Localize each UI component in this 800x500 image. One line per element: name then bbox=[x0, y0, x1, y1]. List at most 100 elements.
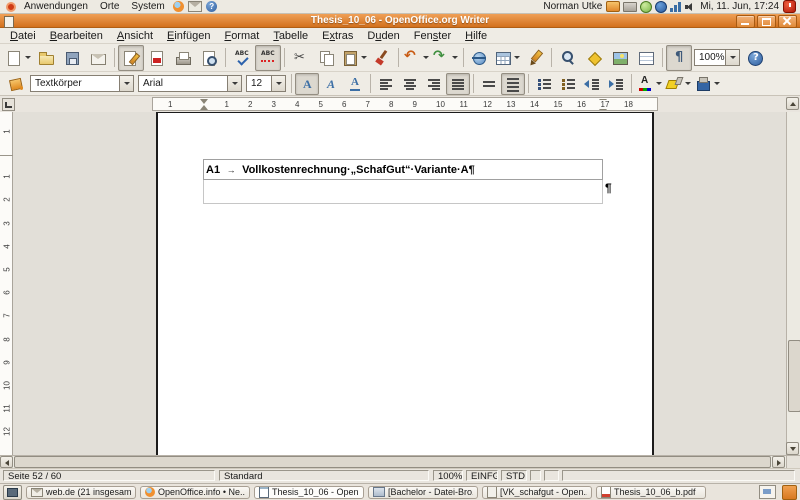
undo-dropdown[interactable] bbox=[421, 46, 430, 70]
help-launcher-icon[interactable] bbox=[206, 1, 217, 12]
menu-fenster[interactable]: Fenster bbox=[407, 30, 458, 42]
software-update-icon[interactable] bbox=[640, 1, 652, 13]
highlighting-dropdown[interactable] bbox=[683, 74, 692, 94]
close-button[interactable] bbox=[778, 15, 797, 28]
username-label[interactable]: Norman Utke bbox=[543, 1, 602, 12]
vertical-ruler[interactable]: 1123456789101112 bbox=[0, 112, 13, 455]
left-indent-marker[interactable] bbox=[200, 99, 208, 110]
table-heading-row[interactable]: A1 → Vollkostenrechnung·„SchafGut“·Varia… bbox=[203, 159, 603, 180]
volume-icon[interactable] bbox=[685, 2, 696, 12]
gallery-button[interactable] bbox=[607, 45, 633, 71]
minimize-button[interactable] bbox=[736, 15, 755, 28]
table-button[interactable] bbox=[493, 45, 522, 71]
scroll-left-button[interactable] bbox=[0, 456, 13, 468]
clock-label[interactable]: Mi, 11. Jun, 17:24 bbox=[700, 1, 779, 12]
menu-einfügen[interactable]: Einfügen bbox=[160, 30, 217, 42]
new-document-dropdown[interactable] bbox=[23, 46, 32, 70]
increase-indent-button[interactable] bbox=[604, 73, 628, 95]
workspace-switcher[interactable] bbox=[759, 485, 776, 499]
help-button[interactable] bbox=[742, 45, 768, 71]
network-signal-icon[interactable] bbox=[670, 2, 682, 12]
redo-button[interactable] bbox=[431, 45, 460, 71]
menu-bearbeiten[interactable]: Bearbeiten bbox=[43, 30, 110, 42]
new-document-button[interactable] bbox=[4, 45, 33, 71]
undo-button[interactable] bbox=[402, 45, 431, 71]
line-spacing-15-button[interactable] bbox=[501, 73, 525, 95]
export-pdf-button[interactable] bbox=[144, 45, 170, 71]
menu-ansicht[interactable]: Ansicht bbox=[110, 30, 160, 42]
paste-dropdown[interactable] bbox=[359, 46, 368, 70]
background-color-dropdown[interactable] bbox=[712, 74, 721, 94]
email-document-button[interactable] bbox=[85, 45, 111, 71]
font-name-combo[interactable]: Arial bbox=[138, 75, 242, 92]
firefox-launcher-icon[interactable] bbox=[173, 1, 184, 12]
save-button[interactable] bbox=[59, 45, 85, 71]
justify-button[interactable] bbox=[446, 73, 470, 95]
font-color-dropdown[interactable] bbox=[654, 74, 663, 94]
menu-format[interactable]: Format bbox=[217, 30, 266, 42]
status-selection-mode-field[interactable]: STD bbox=[501, 470, 527, 481]
status-page-field[interactable]: Seite 52 / 60 bbox=[3, 470, 215, 481]
hyperlink-button[interactable] bbox=[467, 45, 493, 71]
taskbar-item-openoffice-info-ne[interactable]: OpenOffice.info • Ne... bbox=[140, 486, 250, 499]
status-page-style-field[interactable]: Standard bbox=[219, 470, 429, 481]
vertical-scrollbar-thumb[interactable] bbox=[788, 340, 800, 412]
italic-button[interactable] bbox=[319, 73, 343, 95]
horizontal-scrollbar[interactable] bbox=[0, 455, 800, 468]
line-spacing-single-button[interactable] bbox=[477, 73, 501, 95]
menu-hilfe[interactable]: Hilfe bbox=[458, 30, 494, 42]
bullets-button[interactable] bbox=[556, 73, 580, 95]
taskbar-item-bachelor-datei-bro[interactable]: [Bachelor - Datei-Bro... bbox=[368, 486, 478, 499]
format-paintbrush-button[interactable] bbox=[369, 45, 395, 71]
spellcheck-button[interactable] bbox=[229, 45, 255, 71]
status-zoom-field[interactable]: 100% bbox=[433, 470, 463, 481]
table-empty-row[interactable] bbox=[203, 180, 603, 204]
font-color-button[interactable] bbox=[635, 73, 664, 95]
menu-duden[interactable]: Duden bbox=[360, 30, 406, 42]
window-titlebar[interactable]: Thesis_10_06 - OpenOffice.org Writer bbox=[0, 14, 800, 28]
system-menu[interactable]: System bbox=[125, 1, 170, 12]
paste-button[interactable] bbox=[340, 45, 369, 71]
horizontal-scrollbar-thumb[interactable] bbox=[14, 456, 771, 468]
align-left-button[interactable] bbox=[374, 73, 398, 95]
paragraph-style-dropdown-button[interactable] bbox=[119, 76, 133, 91]
font-size-combo[interactable]: 12 bbox=[246, 75, 286, 92]
font-size-dropdown-button[interactable] bbox=[271, 76, 285, 91]
power-icon[interactable] bbox=[783, 0, 796, 13]
taskbar-item-thesis-10-06-open[interactable]: Thesis_10_06 - Open... bbox=[254, 486, 364, 499]
draw-functions-button[interactable] bbox=[522, 45, 548, 71]
cut-button[interactable] bbox=[288, 45, 314, 71]
decrease-indent-button[interactable] bbox=[580, 73, 604, 95]
align-center-button[interactable] bbox=[398, 73, 422, 95]
table-dropdown[interactable] bbox=[512, 46, 521, 70]
data-sources-button[interactable] bbox=[633, 45, 659, 71]
page-preview-button[interactable] bbox=[196, 45, 222, 71]
highlighting-button[interactable] bbox=[664, 73, 693, 95]
document-page[interactable]: A1 → Vollkostenrechnung·„SchafGut“·Varia… bbox=[156, 112, 654, 455]
styles-window-button[interactable] bbox=[4, 73, 28, 95]
bluetooth-icon[interactable] bbox=[655, 1, 667, 13]
copy-button[interactable] bbox=[314, 45, 340, 71]
maximize-button[interactable] bbox=[757, 15, 776, 28]
vertical-scrollbar[interactable] bbox=[786, 112, 800, 455]
navigator-button[interactable] bbox=[581, 45, 607, 71]
formatting-marks-button[interactable] bbox=[666, 45, 692, 71]
print-button[interactable] bbox=[170, 45, 196, 71]
bold-button[interactable] bbox=[295, 73, 319, 95]
input-method-icon[interactable] bbox=[606, 1, 620, 12]
align-right-button[interactable] bbox=[422, 73, 446, 95]
zoom-dropdown-button[interactable] bbox=[725, 50, 739, 65]
redo-dropdown[interactable] bbox=[450, 46, 459, 70]
autospellcheck-button[interactable] bbox=[255, 45, 281, 71]
places-menu[interactable]: Orte bbox=[94, 1, 125, 12]
background-color-button[interactable] bbox=[693, 73, 722, 95]
paragraph-style-combo[interactable]: Textkörper bbox=[30, 75, 134, 92]
trash-icon[interactable] bbox=[782, 485, 797, 500]
applications-menu[interactable]: Anwendungen bbox=[18, 1, 94, 12]
email-launcher-icon[interactable] bbox=[188, 1, 202, 12]
scroll-right-button[interactable] bbox=[772, 456, 785, 468]
open-button[interactable] bbox=[33, 45, 59, 71]
taskbar-item-web-de-21-insgesam[interactable]: web.de (21 insgesam... bbox=[26, 486, 136, 499]
zoom-combo[interactable]: 100% bbox=[694, 49, 740, 66]
tab-stop-type-button[interactable] bbox=[2, 98, 15, 111]
